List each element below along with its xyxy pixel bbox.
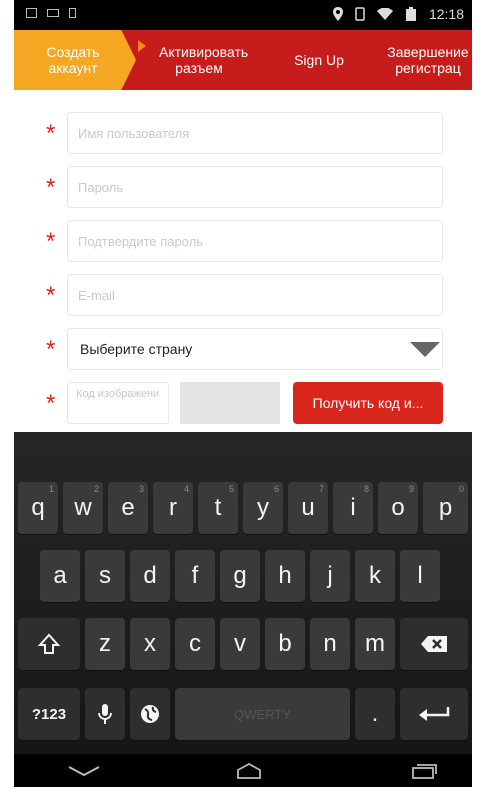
username-row: *	[14, 112, 472, 156]
lock-notification-icon	[69, 8, 76, 18]
recent-apps-button[interactable]	[404, 760, 444, 782]
symbols-key[interactable]: ?123	[18, 688, 80, 740]
voice-input-key[interactable]	[85, 688, 125, 740]
password-input[interactable]	[68, 167, 442, 207]
key-d[interactable]: d	[130, 550, 170, 602]
step-finish: Завершение регистрац	[387, 44, 469, 76]
key-m[interactable]: m	[355, 618, 395, 670]
email-row: *	[14, 274, 472, 318]
wifi-icon	[376, 8, 393, 20]
location-icon	[332, 7, 343, 21]
email-input[interactable]	[68, 275, 442, 315]
step-sign-up: Sign Up	[294, 52, 344, 68]
key-c[interactable]: c	[175, 618, 215, 670]
on-screen-keyboard: q1 w2 e3 r4 t5 y6 u7 i8 o9 p0 a s d f g …	[14, 432, 472, 754]
captcha-input[interactable]: Код изображени	[67, 382, 169, 424]
key-o[interactable]: o9	[378, 482, 418, 534]
country-select[interactable]: Выберите страну	[67, 328, 443, 370]
key-s[interactable]: s	[85, 550, 125, 602]
enter-key[interactable]	[400, 688, 468, 740]
username-field-box	[67, 112, 443, 154]
confirm-password-row: *	[14, 220, 472, 264]
get-code-button[interactable]: Получить код и...	[293, 382, 443, 424]
shift-key[interactable]	[18, 618, 80, 670]
home-icon	[237, 763, 261, 779]
key-p[interactable]: p0	[423, 482, 468, 534]
key-y[interactable]: y6	[243, 482, 283, 534]
step-create-account: Создать аккаунт	[14, 30, 136, 90]
confirm-password-input[interactable]	[68, 221, 442, 261]
key-r[interactable]: r4	[153, 482, 193, 534]
battery-icon	[405, 7, 416, 21]
key-w[interactable]: w2	[63, 482, 103, 534]
gallery-notification-icon	[26, 8, 37, 18]
key-b[interactable]: b	[265, 618, 305, 670]
status-bar: 12:18	[14, 0, 472, 30]
key-j[interactable]: j	[310, 550, 350, 602]
key-q[interactable]: q1	[18, 482, 58, 534]
keyboard-notification-icon	[47, 9, 59, 17]
required-mark: *	[46, 282, 56, 309]
key-e[interactable]: e3	[108, 482, 148, 534]
key-h[interactable]: h	[265, 550, 305, 602]
key-u[interactable]: u7	[288, 482, 328, 534]
app-frame: 12:18 Создать аккаунт Активировать разъе…	[14, 0, 472, 787]
key-n[interactable]: n	[310, 618, 350, 670]
recent-apps-icon	[412, 764, 437, 779]
key-t[interactable]: t5	[198, 482, 238, 534]
globe-icon	[141, 705, 159, 723]
required-mark: *	[46, 120, 56, 147]
required-mark: *	[46, 336, 56, 363]
key-z[interactable]: z	[85, 618, 125, 670]
clock-text: 12:18	[428, 6, 464, 22]
system-navigation-bar	[14, 754, 472, 787]
key-i[interactable]: i8	[333, 482, 373, 534]
space-key[interactable]: QWERTY	[175, 688, 350, 740]
microphone-icon	[98, 704, 112, 724]
shift-icon	[38, 633, 60, 654]
key-v[interactable]: v	[220, 618, 260, 670]
period-key[interactable]: .	[355, 688, 395, 740]
vibrate-icon	[355, 7, 365, 21]
country-select-value: Выберите страну	[80, 341, 193, 357]
key-k[interactable]: k	[355, 550, 395, 602]
home-button[interactable]	[229, 760, 269, 782]
required-mark: *	[46, 390, 56, 417]
backspace-icon	[421, 636, 447, 652]
key-l[interactable]: l	[400, 550, 440, 602]
required-mark: *	[46, 228, 56, 255]
key-f[interactable]: f	[175, 550, 215, 602]
enter-icon	[419, 707, 450, 721]
back-button[interactable]	[64, 760, 104, 782]
step-activate: Активировать разъем	[159, 44, 249, 76]
required-mark: *	[46, 174, 56, 201]
registration-steps-bar: Создать аккаунт Активировать разъем Sign…	[14, 30, 472, 90]
captcha-image[interactable]	[180, 382, 280, 424]
step-arrow-icon	[138, 40, 146, 52]
country-row: * Выберите страну	[14, 328, 472, 372]
confirm-password-field-box	[67, 220, 443, 262]
dropdown-arrow-icon	[410, 341, 440, 357]
password-field-box	[67, 166, 443, 208]
language-key[interactable]	[130, 688, 170, 740]
chevron-down-icon	[68, 766, 100, 777]
email-field-box	[67, 274, 443, 316]
username-input[interactable]	[68, 113, 442, 153]
captcha-row: * Код изображени Получить код и...	[14, 382, 472, 426]
key-a[interactable]: a	[40, 550, 80, 602]
key-x[interactable]: x	[130, 618, 170, 670]
key-g[interactable]: g	[220, 550, 260, 602]
backspace-key[interactable]	[400, 618, 468, 670]
password-row: *	[14, 166, 472, 210]
